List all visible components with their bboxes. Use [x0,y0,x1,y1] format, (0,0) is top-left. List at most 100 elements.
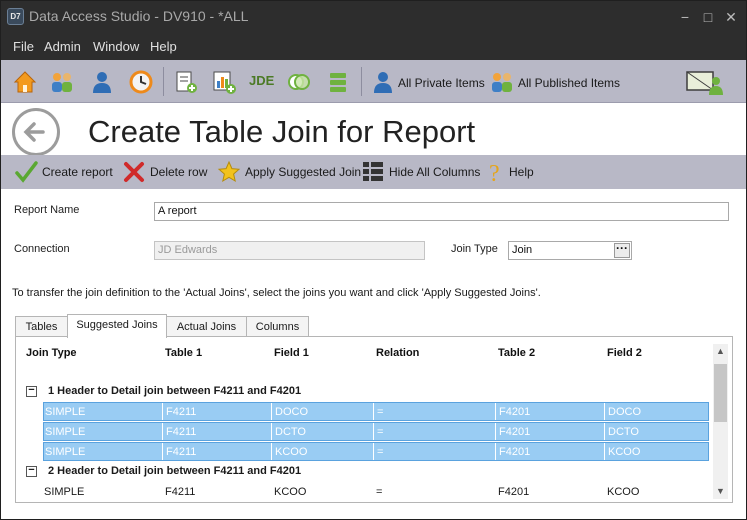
jde-connection-button[interactable]: JDE [249,73,274,88]
table-row[interactable]: SIMPLE F4211 DCTO = F4201 DCTO [43,422,709,441]
menu-help[interactable]: Help [150,39,177,54]
cell-table-1: F4211 [166,426,197,438]
group-label: 2 Header to Detail join between F4211 an… [48,465,302,477]
cell-field-1: DCTO [275,426,306,438]
close-button[interactable]: ✕ [721,7,741,27]
help-button[interactable]: Help [509,165,534,179]
scroll-thumb[interactable] [714,364,727,422]
window-title: Data Access Studio - DV910 - *ALL [29,8,249,24]
user-icon[interactable] [89,69,115,95]
back-button[interactable] [12,108,60,156]
all-published-items-button[interactable]: All Published Items [518,76,620,90]
cell-join-type: SIMPLE [45,446,86,458]
private-user-icon[interactable] [370,69,396,95]
col-join-type[interactable]: Join Type [26,347,77,359]
scroll-down-arrow-icon[interactable]: ▼ [713,484,728,499]
app-window: D7 Data Access Studio - DV910 - *ALL − □… [0,0,747,520]
new-document-icon[interactable] [173,69,199,95]
tab-columns[interactable]: Columns [246,316,309,337]
scroll-up-arrow-icon[interactable]: ▲ [713,344,728,359]
menu-bar: File Admin Window Help [1,32,746,60]
group-row: − 2 Header to Detail join between F4211 … [26,463,706,481]
toolbar-separator [163,67,164,96]
col-relation[interactable]: Relation [376,347,419,359]
tab-actual-joins[interactable]: Actual Joins [166,316,247,337]
cell-field-1: KCOO [275,446,308,458]
hide-all-columns-button[interactable]: Hide All Columns [389,165,480,179]
connection-input: JD Edwards [154,241,425,260]
cell-join-type: SIMPLE [45,426,86,438]
help-question-icon[interactable]: ? [483,160,507,184]
instructions-text: To transfer the join definition to the '… [12,287,541,299]
join-circles-icon[interactable] [286,69,312,95]
published-users-icon[interactable] [489,69,515,95]
collapse-group-button[interactable]: − [26,465,37,477]
join-type-ellipsis-button[interactable]: ··· [614,242,630,258]
menu-admin[interactable]: Admin [44,39,81,54]
all-private-items-button[interactable]: All Private Items [398,76,485,90]
vertical-scrollbar[interactable]: ▲ ▼ [713,344,728,499]
connection-label: Connection [14,243,70,255]
menu-window[interactable]: Window [93,39,139,54]
cell-table-2: F4201 [498,486,530,498]
users-group-icon[interactable] [49,69,75,95]
join-type-value: Join [512,244,533,256]
col-field-2[interactable]: Field 2 [607,347,642,359]
collapse-group-button[interactable]: − [26,385,37,397]
toolbar-separator [361,67,362,96]
columns-grid-icon[interactable] [361,160,385,184]
home-icon[interactable] [12,69,38,95]
cell-field-1: KCOO [274,486,307,498]
report-name-input[interactable]: A report [154,202,729,221]
cell-table-1: F4211 [165,486,196,498]
cell-field-2: KCOO [608,446,641,458]
group-row: − 1 Header to Detail join between F4211 … [26,383,706,401]
col-field-1[interactable]: Field 1 [274,347,309,359]
cell-table-2: F4201 [499,426,531,438]
main-toolbar: JDE All Private Items All Published Item… [1,60,746,103]
new-chart-icon[interactable] [211,69,237,95]
join-type-label: Join Type [451,243,498,255]
cell-relation: = [377,446,384,458]
tab-suggested-joins[interactable]: Suggested Joins [67,314,167,338]
cell-table-1: F4211 [166,406,197,418]
apply-suggested-join-button[interactable]: Apply Suggested Join [245,165,361,179]
cell-join-type: SIMPLE [44,486,85,498]
action-bar: Create report Delete row Apply Suggested… [1,155,746,189]
group-label: 1 Header to Detail join between F4211 an… [48,385,302,397]
join-type-input[interactable]: Join ··· [508,241,632,260]
cell-table-2: F4201 [499,406,531,418]
table-row[interactable]: SIMPLE F4211 DOCO = F4201 DOCO [43,402,709,421]
svg-text:?: ? [489,161,500,184]
page-title: Create Table Join for Report [88,114,476,149]
cell-field-2: DOCO [608,406,641,418]
cell-relation: = [376,486,383,498]
menu-file[interactable]: File [13,39,34,54]
back-arrow-icon [23,122,45,142]
table-row[interactable]: SIMPLE F4211 KCOO = F4201 KCOO [43,442,709,461]
delete-x-icon[interactable] [122,160,146,184]
database-stack-icon[interactable] [325,69,351,95]
delete-row-button[interactable]: Delete row [150,165,207,179]
cell-relation: = [377,406,384,418]
tab-tables[interactable]: Tables [15,316,68,337]
title-bar: D7 Data Access Studio - DV910 - *ALL − □… [1,1,746,32]
col-table-1[interactable]: Table 1 [165,347,202,359]
app-logo-icon: D7 [7,8,24,25]
cell-table-1: F4211 [166,446,197,458]
maximize-button[interactable]: □ [698,7,718,27]
cell-relation: = [377,426,384,438]
minimize-button[interactable]: − [675,7,695,27]
clock-icon[interactable] [128,69,154,95]
checkmark-icon[interactable] [14,160,38,184]
cell-table-2: F4201 [499,446,531,458]
col-table-2[interactable]: Table 2 [498,347,535,359]
cell-join-type: SIMPLE [45,406,86,418]
star-icon[interactable] [217,160,241,184]
user-screen-icon[interactable] [685,69,725,95]
cell-field-2: DCTO [608,426,639,438]
create-report-button[interactable]: Create report [42,165,113,179]
table-row[interactable]: SIMPLE F4211 KCOO = F4201 KCOO [43,483,709,502]
page-header: Create Table Join for Report [1,104,746,156]
suggested-joins-grid: Join Type Table 1 Field 1 Relation Table… [15,336,733,503]
